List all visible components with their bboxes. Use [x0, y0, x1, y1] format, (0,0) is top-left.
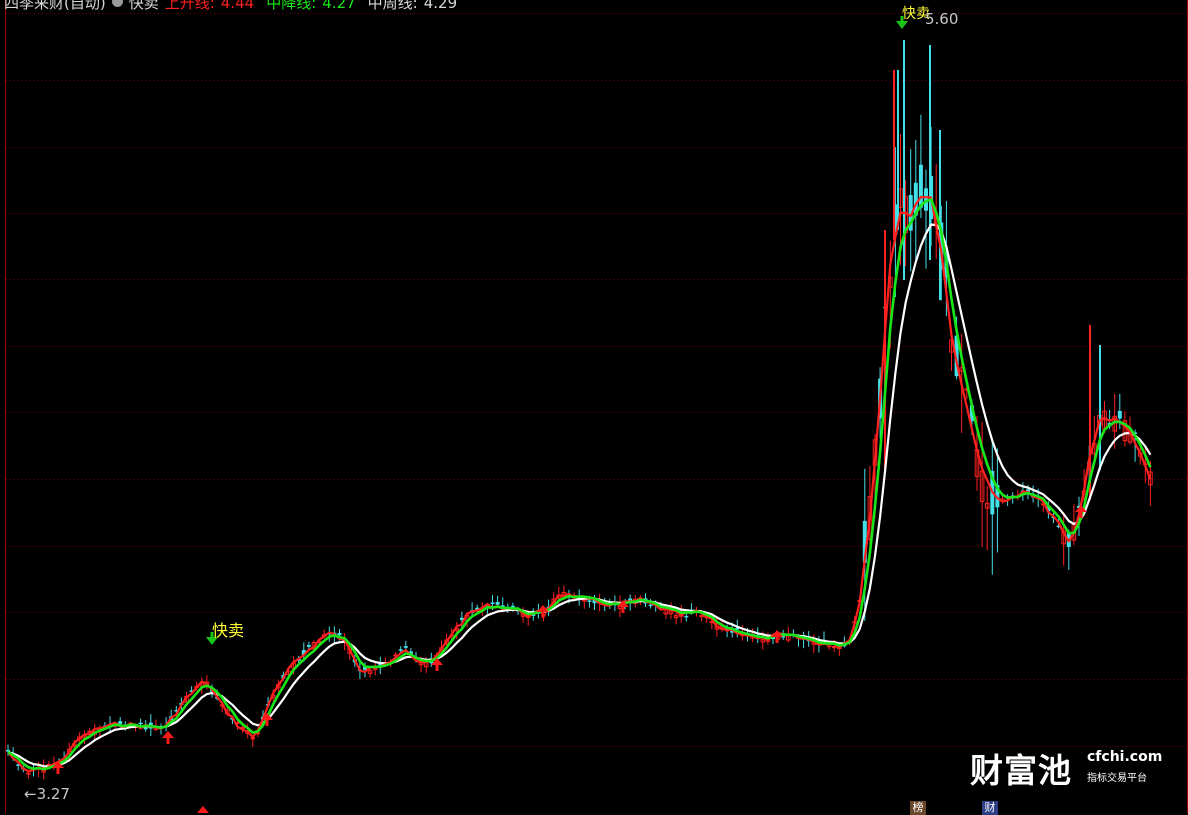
chart-background [0, 0, 1188, 813]
long-line-value: 4.29 [423, 0, 458, 12]
watermark-subtitle: 指标交易平台 [1087, 773, 1147, 784]
up-line-label: 上升线: [164, 0, 215, 12]
buy-arrow-stem [541, 612, 545, 618]
low-price-label: 3.27 [36, 785, 70, 803]
sell-signal-label: 快卖 [212, 621, 245, 640]
indicator-name[interactable]: 四季来财(自动) [4, 0, 106, 12]
candle-body [138, 722, 143, 725]
watermark-domain: cfchi.com [1087, 749, 1163, 765]
buy-arrow-stem [621, 607, 625, 613]
candle-body [495, 601, 500, 605]
buy-arrow-stem [166, 738, 170, 744]
candle-body [684, 615, 689, 618]
watermark-cn: 财富池 [970, 751, 1072, 790]
mid-line-label: 中降线: [266, 0, 317, 12]
candle-body [918, 164, 923, 208]
candle-body [1117, 410, 1122, 419]
candle-body [306, 644, 311, 647]
mid-line-value: 4.27 [322, 0, 356, 12]
candle-body [490, 602, 495, 605]
buy-arrow-stem [56, 768, 60, 774]
signal-name: 快卖 [128, 0, 159, 12]
signal-dot-icon [111, 0, 123, 7]
high-price-label: 5.60 [925, 10, 959, 28]
candle-body [587, 600, 592, 602]
buy-arrow-stem [435, 665, 439, 671]
long-line-label: 中周线: [367, 0, 418, 12]
candle-body [337, 632, 342, 636]
buy-arrow-stem [775, 637, 779, 643]
low-arrow-icon: ← [24, 785, 37, 803]
buy-arrow-stem [1079, 512, 1083, 518]
candle-body [26, 772, 31, 775]
indicator-header: 四季来财(自动) 快卖 上升线: 4.44 中降线: 4.27 中周线: 4.29 [4, 0, 469, 13]
candle-body [143, 727, 148, 730]
candle-body [398, 649, 403, 651]
candle-body [648, 604, 653, 607]
kline-chart-canvas[interactable] [0, 0, 1188, 813]
buy-arrow-stem [265, 720, 269, 726]
kline-chart[interactable] [0, 0, 1188, 813]
candle-body [118, 721, 123, 724]
up-line-value: 4.44 [220, 0, 255, 12]
candle-body [403, 646, 408, 648]
